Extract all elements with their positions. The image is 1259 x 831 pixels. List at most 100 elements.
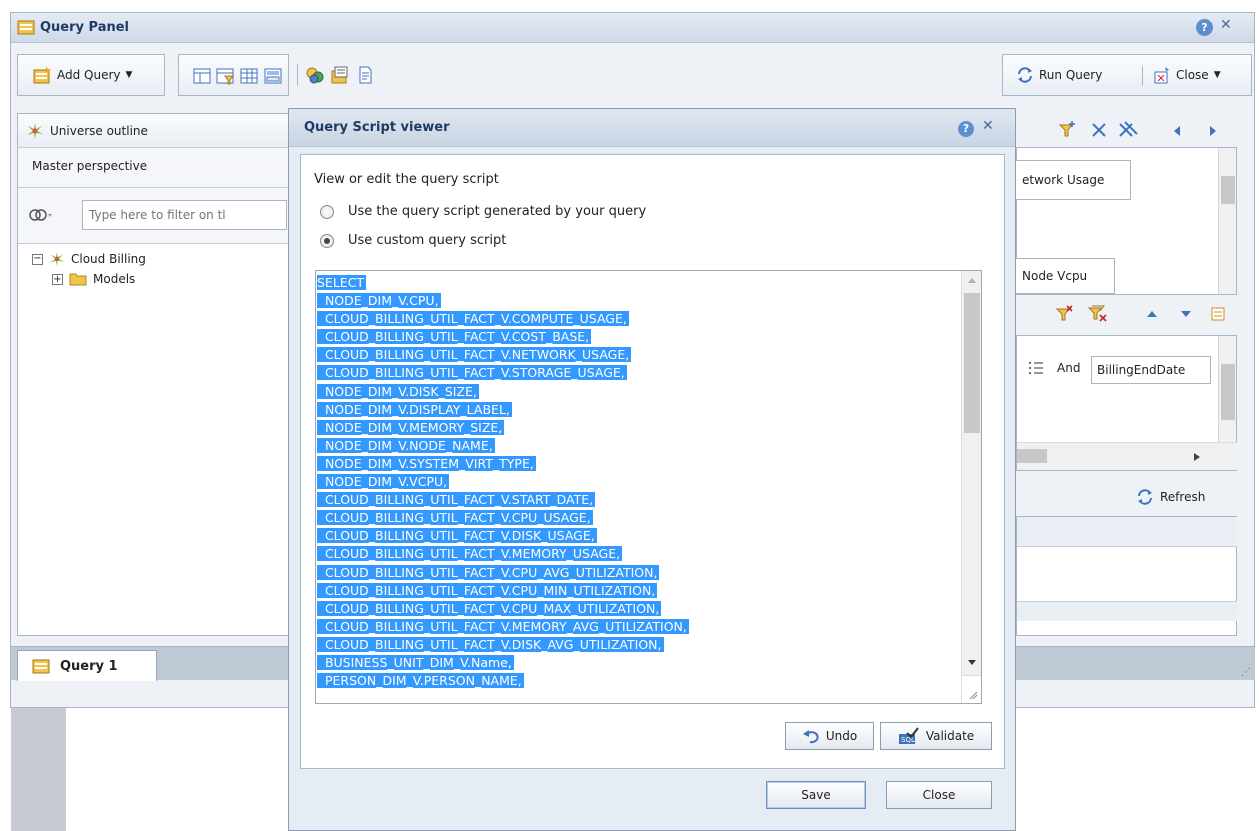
script-line[interactable]: CLOUD_BILLING_UTIL_FACT_V.CPU_AVG_UTILIZ…	[317, 564, 689, 582]
perspective-selector[interactable]: Master perspective	[18, 148, 296, 188]
search-options-icon[interactable]	[28, 206, 54, 224]
result-objects-scrollbar[interactable]	[1218, 148, 1236, 294]
query-properties-icon[interactable]	[330, 65, 350, 85]
tab-query-1[interactable]: Query 1	[17, 650, 157, 681]
script-line[interactable]: CLOUD_BILLING_UTIL_FACT_V.CPU_MAX_UTILIZ…	[317, 600, 689, 618]
script-line[interactable]: CLOUD_BILLING_UTIL_FACT_V.DISK_USAGE,	[317, 527, 689, 545]
scroll-up-icon[interactable]	[967, 277, 977, 284]
script-line-text: CLOUD_BILLING_UTIL_FACT_V.NETWORK_USAGE,	[317, 347, 632, 363]
help-icon[interactable]: ?	[958, 121, 974, 137]
close-icon[interactable]: ✕	[1220, 17, 1232, 33]
scroll-right-icon[interactable]	[1193, 452, 1201, 462]
chevron-right-icon[interactable]	[1208, 125, 1218, 137]
filter-options-icon[interactable]	[1210, 306, 1226, 322]
combined-query-icon[interactable]	[305, 65, 325, 85]
close-icon[interactable]: ✕	[982, 118, 994, 134]
script-line[interactable]: CLOUD_BILLING_UTIL_FACT_V.MEMORY_AVG_UTI…	[317, 618, 689, 636]
layout-icon[interactable]	[192, 66, 212, 86]
script-line[interactable]: CLOUD_BILLING_UTIL_FACT_V.DISK_AVG_UTILI…	[317, 636, 689, 654]
filter-remove-icon[interactable]	[1056, 305, 1074, 323]
query-icon	[32, 659, 50, 674]
script-line[interactable]: NODE_DIM_V.SYSTEM_VIRT_TYPE,	[317, 455, 689, 473]
help-icon[interactable]: ?	[1196, 19, 1213, 36]
script-text[interactable]: SELECT NODE_DIM_V.CPU, CLOUD_BILLING_UTI…	[317, 274, 689, 690]
radio-label: Use custom query script	[348, 233, 507, 248]
script-line[interactable]: CLOUD_BILLING_UTIL_FACT_V.CPU_MIN_UTILIZ…	[317, 582, 689, 600]
add-filter-icon[interactable]	[1058, 120, 1078, 140]
outline-filter-input[interactable]	[82, 200, 287, 230]
validate-button[interactable]: SQL Validate	[880, 722, 992, 750]
filter-pane-icon[interactable]	[215, 66, 235, 86]
table-icon[interactable]	[239, 66, 259, 86]
script-line[interactable]: NODE_DIM_V.DISK_SIZE,	[317, 383, 689, 401]
chevron-down-icon: ▼	[1213, 70, 1221, 80]
filter-object-billingenddate[interactable]: BillingEndDate	[1091, 356, 1211, 384]
run-query-button[interactable]: Run Query	[1016, 66, 1102, 84]
query-script-editor[interactable]: SELECT NODE_DIM_V.CPU, CLOUD_BILLING_UTI…	[315, 270, 982, 704]
close-panel-icon	[1154, 67, 1169, 84]
script-line[interactable]: CLOUD_BILLING_UTIL_FACT_V.CPU_USAGE,	[317, 509, 689, 527]
filter-operator[interactable]: And	[1057, 361, 1080, 375]
undo-button[interactable]: Undo	[785, 722, 874, 750]
remove-icon[interactable]	[1090, 121, 1108, 139]
report-side-strip	[11, 708, 66, 831]
script-line[interactable]: BUSINESS_UNIT_DIM_V.Name,	[317, 654, 689, 672]
script-line[interactable]: CLOUD_BILLING_UTIL_FACT_V.STORAGE_USAGE,	[317, 364, 689, 382]
radio-generated-script[interactable]: Use the query script generated by your q…	[320, 204, 646, 219]
data-preview-icon[interactable]	[263, 66, 283, 86]
perspective-label: Master perspective	[32, 159, 148, 173]
script-line[interactable]: NODE_DIM_V.CPU,	[317, 292, 689, 310]
script-line-text: SELECT	[317, 275, 367, 290]
script-line[interactable]: SELECT	[317, 274, 689, 292]
view-script-icon[interactable]	[355, 65, 375, 85]
query-filters-hscrollbar[interactable]	[1017, 442, 1237, 470]
radio-button-selected[interactable]	[320, 233, 334, 248]
script-line[interactable]: NODE_DIM_V.MEMORY_SIZE,	[317, 419, 689, 437]
resize-grip[interactable]	[962, 675, 981, 703]
tree-node-models[interactable]: + Models	[52, 272, 135, 286]
result-object-network-usage[interactable]: etwork Usage	[1015, 160, 1131, 200]
tree-node-cloud-billing[interactable]: − Cloud Billing	[32, 251, 146, 267]
radio-button[interactable]	[320, 204, 334, 219]
collapse-icon[interactable]: −	[32, 253, 43, 265]
script-line[interactable]: NODE_DIM_V.NODE_NAME,	[317, 437, 689, 455]
script-line-text: PERSON_DIM_V.PERSON_NAME,	[317, 673, 524, 689]
save-button[interactable]: Save	[766, 781, 866, 809]
result-objects-toolbar	[1016, 113, 1237, 147]
sql-validate-icon: SQL	[898, 727, 919, 744]
script-line-text: NODE_DIM_V.DISK_SIZE,	[317, 383, 479, 399]
resize-grip-icon[interactable]: ⋰	[1241, 667, 1251, 678]
filter-remove-all-icon[interactable]	[1088, 304, 1108, 324]
close-query-panel-button[interactable]: Close ▼	[1153, 66, 1221, 84]
script-line[interactable]: NODE_DIM_V.VCPU,	[317, 473, 689, 491]
script-line[interactable]: CLOUD_BILLING_UTIL_FACT_V.MEMORY_USAGE,	[317, 545, 689, 563]
move-down-icon[interactable]	[1180, 310, 1192, 318]
script-line-text: CLOUD_BILLING_UTIL_FACT_V.START_DATE,	[317, 492, 596, 508]
script-scrollbar[interactable]	[961, 271, 981, 703]
scroll-down-icon[interactable]	[967, 659, 977, 666]
add-query-label: Add Query	[57, 68, 121, 82]
move-up-icon[interactable]	[1146, 310, 1158, 318]
remove-all-icon[interactable]	[1117, 120, 1139, 140]
add-query-button[interactable]: Add Query ▼	[32, 65, 132, 85]
script-line[interactable]: CLOUD_BILLING_UTIL_FACT_V.NETWORK_USAGE,	[317, 346, 689, 364]
script-line[interactable]: CLOUD_BILLING_UTIL_FACT_V.START_DATE,	[317, 491, 689, 509]
query-filters-toolbar	[1016, 296, 1237, 334]
svg-text:SQL: SQL	[901, 736, 915, 744]
undo-icon	[802, 730, 819, 744]
universe-outline-pane: Universe outline Master perspective − Cl…	[17, 113, 297, 636]
expand-icon[interactable]: +	[52, 273, 63, 285]
chevron-left-icon[interactable]	[1172, 125, 1182, 137]
script-line-text: CLOUD_BILLING_UTIL_FACT_V.DISK_AVG_UTILI…	[317, 636, 664, 652]
script-line[interactable]: CLOUD_BILLING_UTIL_FACT_V.COST_BASE,	[317, 328, 689, 346]
script-line[interactable]: CLOUD_BILLING_UTIL_FACT_V.COMPUTE_USAGE,	[317, 310, 689, 328]
universe-icon	[49, 251, 65, 267]
scroll-thumb[interactable]	[964, 293, 980, 433]
script-line[interactable]: NODE_DIM_V.DISPLAY_LABEL,	[317, 401, 689, 419]
query-filters-scrollbar[interactable]	[1218, 336, 1236, 442]
refresh-button[interactable]: Refresh	[1136, 488, 1205, 506]
dialog-close-button[interactable]: Close	[886, 781, 992, 809]
result-object-node-vcpu[interactable]: Node Vcpu	[1015, 258, 1115, 294]
script-line[interactable]: PERSON_DIM_V.PERSON_NAME,	[317, 672, 689, 690]
radio-custom-script[interactable]: Use custom query script	[320, 233, 506, 248]
